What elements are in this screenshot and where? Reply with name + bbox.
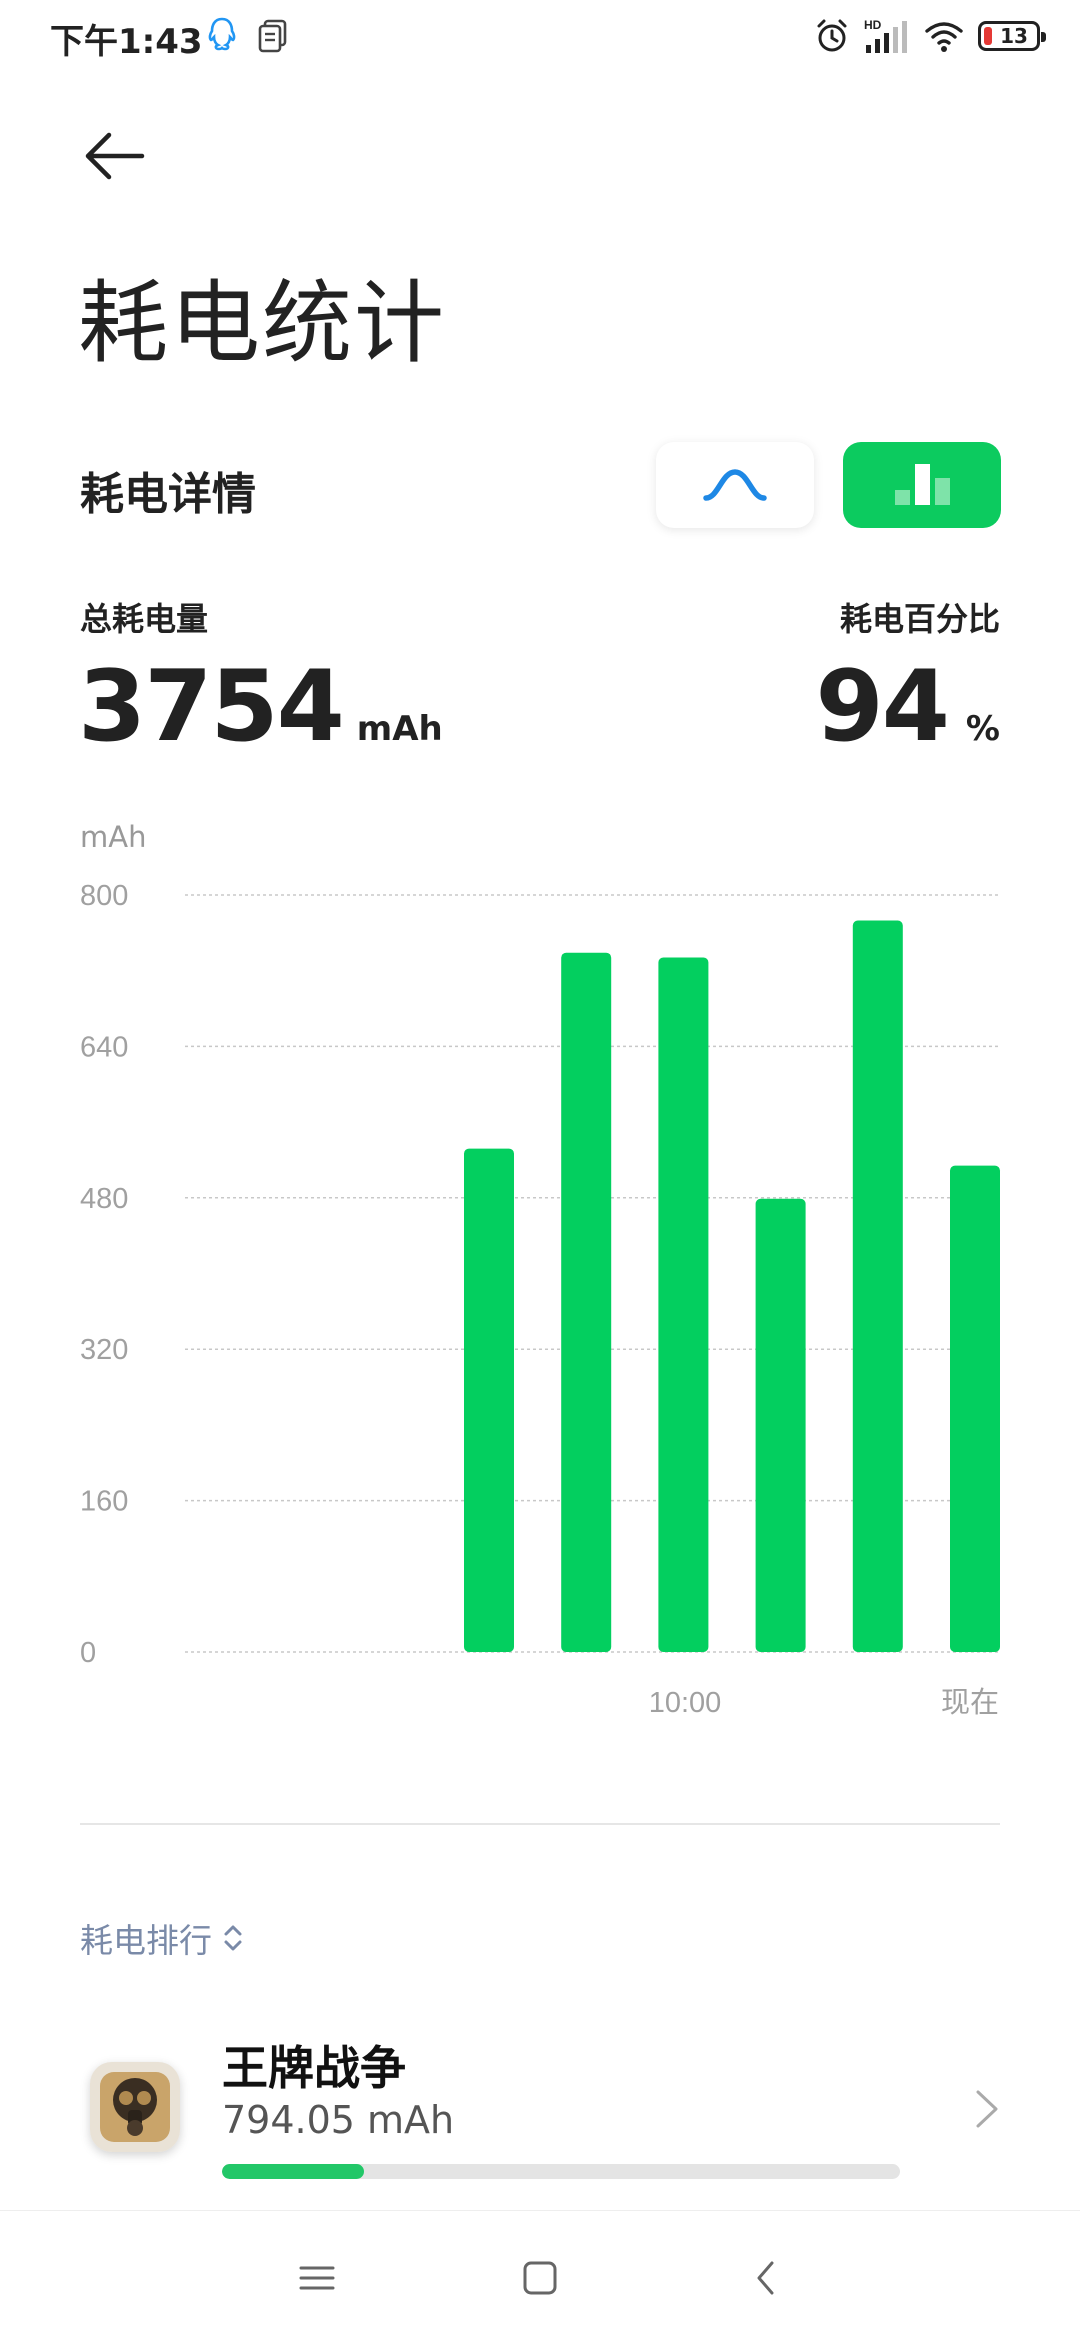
y-tick-label: 800 <box>80 880 128 912</box>
menu-icon[interactable] <box>292 2253 342 2303</box>
arrow-left-icon[interactable] <box>82 126 148 186</box>
alarm-icon <box>817 19 847 52</box>
document-icon <box>258 19 287 53</box>
bar <box>464 1148 514 1652</box>
power-usage-bar-chart: 800 640 480 320 160 0 10:00 现在 <box>80 880 1000 1719</box>
total-consumption-label: 总耗电量 <box>80 600 209 638</box>
ranking-label: 耗电排行 <box>80 1921 212 1960</box>
total-unit: mAh <box>356 709 443 749</box>
signal-hd-icon: HD <box>864 18 907 53</box>
x-tick-label: 10:00 <box>649 1687 722 1719</box>
x-tick-label: 现在 <box>941 1686 999 1719</box>
home-square-icon[interactable] <box>515 2253 565 2303</box>
curve-icon <box>703 469 767 501</box>
qq-icon <box>208 17 236 51</box>
percent-unit: % <box>965 709 1000 749</box>
status-time: 下午1:43 <box>50 22 203 62</box>
y-tick-label: 160 <box>80 1486 128 1518</box>
page-title: 耗电统计 <box>78 271 446 376</box>
bar-view-toggle[interactable] <box>843 442 1001 528</box>
total-number: 3754 <box>78 650 345 764</box>
bar <box>658 957 709 1652</box>
gas-mask-app-icon[interactable] <box>90 2062 180 2152</box>
total-consumption-value: 3754 mAh <box>78 650 443 764</box>
chevron-right-icon[interactable] <box>972 2086 1002 2132</box>
battery-icon: 13 <box>978 21 1046 51</box>
back-triangle-icon[interactable] <box>742 2253 792 2303</box>
bar-chart-icon <box>895 464 950 505</box>
y-tick-label: 640 <box>80 1031 128 1063</box>
percent-number: 94 <box>815 650 950 764</box>
sort-updown-icon <box>224 1925 242 1951</box>
app-name[interactable]: 王牌战争 <box>222 2032 406 2098</box>
bar <box>561 952 612 1652</box>
percentage-value: 94 % <box>816 650 1000 764</box>
percentage-label: 耗电百分比 <box>839 600 1000 638</box>
y-tick-label: 0 <box>80 1637 96 1669</box>
y-tick-label: 480 <box>80 1183 128 1215</box>
usage-progress-bar <box>222 2164 900 2179</box>
bar <box>852 920 903 1652</box>
section-title: 耗电详情 <box>80 469 256 520</box>
svg-text:HD: HD <box>864 18 882 32</box>
ranking-sort-button[interactable]: 耗电排行 <box>80 1914 244 1962</box>
app-usage: 794.05 mAh <box>222 2098 455 2142</box>
wifi-icon <box>925 22 963 52</box>
usage-progress-fill <box>222 2164 365 2179</box>
navigation-bar <box>0 2210 1080 2341</box>
status-indicators: HD 13 <box>814 14 1046 58</box>
bar <box>755 1198 806 1652</box>
battery-level: 13 <box>1000 24 1028 48</box>
curve-view-toggle[interactable] <box>656 442 814 528</box>
bar <box>950 1165 1000 1652</box>
y-tick-label: 320 <box>80 1334 128 1366</box>
divider <box>80 1823 1000 1825</box>
